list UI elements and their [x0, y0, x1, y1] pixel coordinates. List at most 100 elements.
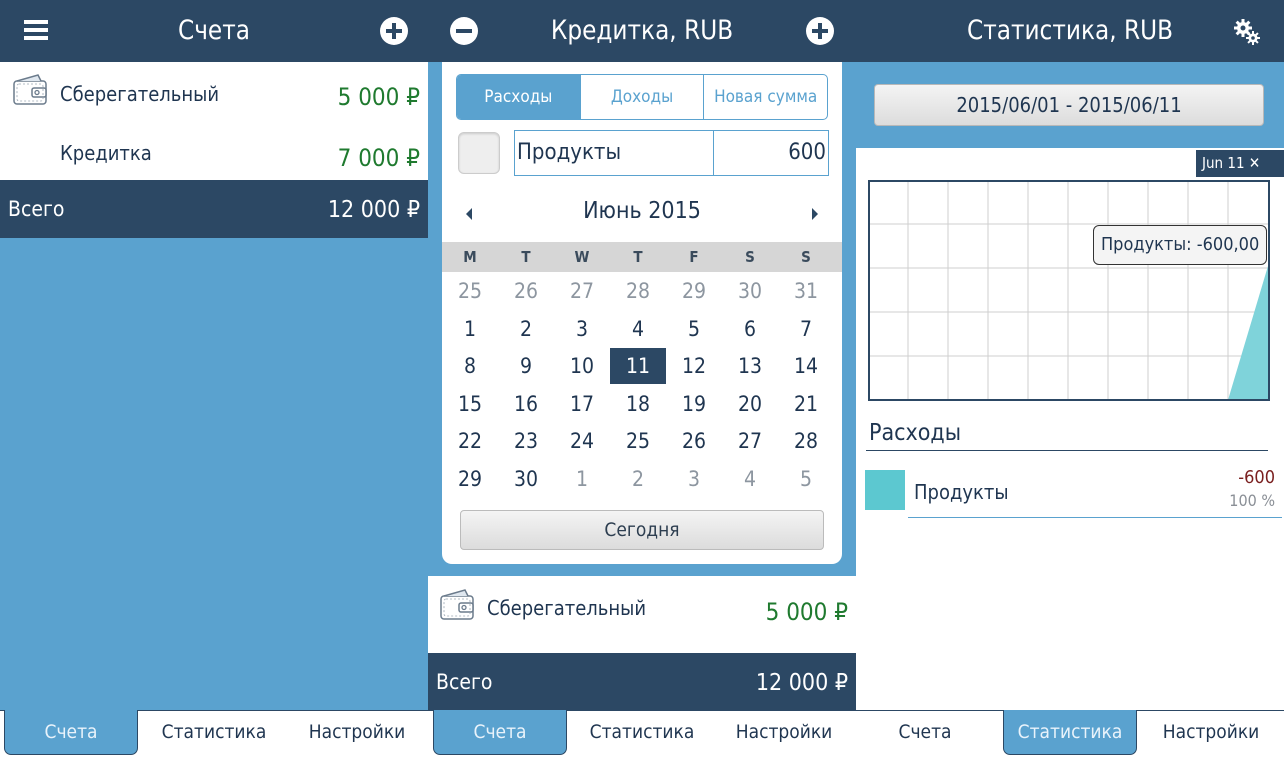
calendar-day[interactable]: 17: [554, 386, 610, 422]
calendar-day[interactable]: 5: [666, 311, 722, 347]
empty-area: [0, 238, 428, 711]
total-row: Всего 12 000 ₽: [0, 180, 428, 238]
calendar-day[interactable]: 28: [610, 273, 666, 309]
calendar-day[interactable]: 22: [442, 423, 498, 459]
calendar-day[interactable]: 2: [498, 311, 554, 347]
date-range-button[interactable]: 2015/06/01 - 2015/06/11: [874, 84, 1264, 126]
calendar-day[interactable]: 1: [554, 461, 610, 497]
category-input[interactable]: Продукты: [514, 130, 714, 176]
calendar-day[interactable]: 21: [778, 386, 834, 422]
tab-accounts[interactable]: Счета: [858, 710, 992, 755]
calendar-day[interactable]: 27: [722, 423, 778, 459]
calendar-day[interactable]: 4: [610, 311, 666, 347]
account-name: Кредитка: [60, 141, 152, 165]
wallet-icon: [13, 74, 47, 105]
calendar-day[interactable]: 15: [442, 386, 498, 422]
tab-statistics[interactable]: Статистика: [575, 710, 709, 755]
calendar-day[interactable]: 11: [610, 348, 666, 384]
calendar-day[interactable]: 9: [498, 348, 554, 384]
weekday-label: T: [633, 248, 643, 266]
tab-statistics[interactable]: Статистика: [1003, 710, 1137, 755]
legend-percent: 100 %: [1229, 491, 1275, 510]
weekday-label: M: [463, 248, 477, 266]
account-row[interactable]: Кредитка 7 000 ₽: [0, 120, 428, 178]
weekday-header: M T W T F S S: [442, 242, 842, 272]
legend-divider: [908, 517, 1282, 518]
segment-expenses[interactable]: Расходы: [457, 75, 581, 119]
next-month-icon[interactable]: [812, 208, 818, 220]
tab-statistics[interactable]: Статистика: [147, 710, 281, 755]
calendar-day[interactable]: 29: [442, 461, 498, 497]
total-amount: 12 000 ₽: [755, 670, 848, 696]
calendar-day[interactable]: 24: [554, 423, 610, 459]
app-header: Статистика, RUB: [856, 0, 1284, 62]
category-color-checkbox[interactable]: [458, 132, 500, 174]
calendar-day[interactable]: 5: [778, 461, 834, 497]
account-row[interactable]: Сберегательный 5 000 ₽: [0, 62, 428, 120]
account-amount: 5 000 ₽: [337, 83, 420, 111]
calendar-day[interactable]: 27: [554, 273, 610, 309]
calendar-day[interactable]: 6: [722, 311, 778, 347]
weekday-label: S: [745, 248, 755, 266]
calendar-day[interactable]: 25: [442, 273, 498, 309]
calendar-day[interactable]: 3: [554, 311, 610, 347]
gears-icon[interactable]: [1233, 18, 1261, 46]
calendar-day[interactable]: 30: [722, 273, 778, 309]
weekday-label: W: [574, 248, 590, 266]
accounts-screen: Счета Сберегательный 5 000 ₽ Кредитка 7 …: [0, 0, 428, 761]
account-amount: 7 000 ₽: [337, 144, 420, 172]
calendar-day[interactable]: 23: [498, 423, 554, 459]
wallet-icon: [440, 589, 474, 620]
tab-settings[interactable]: Настройки: [717, 710, 851, 755]
chart-area: Jun 11 ✕ Продукты: -600,00: [856, 148, 1284, 568]
calendar-day[interactable]: 10: [554, 348, 610, 384]
total-label: Всего: [8, 197, 65, 221]
page-title: Кредитка, RUB: [550, 15, 734, 46]
today-button[interactable]: Сегодня: [460, 510, 824, 550]
calendar-day[interactable]: 7: [778, 311, 834, 347]
calendar-day[interactable]: 8: [442, 348, 498, 384]
section-divider: [866, 450, 1268, 451]
account-name: Сберегательный: [487, 596, 647, 620]
tab-accounts[interactable]: Счета: [4, 710, 138, 755]
area-chart: [868, 180, 1270, 401]
legend-category[interactable]: Продукты: [914, 480, 1009, 504]
calendar-day[interactable]: 13: [722, 348, 778, 384]
calendar-day[interactable]: 26: [666, 423, 722, 459]
series-area-produkty: [1228, 266, 1268, 400]
section-title: Расходы: [869, 420, 962, 446]
calendar-day[interactable]: 4: [722, 461, 778, 497]
weekday-label: F: [689, 248, 699, 266]
amount-input[interactable]: 600: [713, 130, 829, 176]
calendar-day[interactable]: 29: [666, 273, 722, 309]
tab-settings[interactable]: Настройки: [1144, 710, 1278, 755]
account-row[interactable]: Сберегательный 5 000 ₽: [428, 576, 856, 653]
type-segmented-control: Расходы Доходы Новая сумма: [456, 74, 828, 120]
calendar-day[interactable]: 16: [498, 386, 554, 422]
calendar-day[interactable]: 1: [442, 311, 498, 347]
calendar-day[interactable]: 3: [666, 461, 722, 497]
segment-new-amount[interactable]: Новая сумма: [704, 75, 827, 119]
statistics-screen: Статистика, RUB 2015/06/01 - 2015/06/11 …: [856, 0, 1284, 761]
account-name: Сберегательный: [60, 82, 220, 106]
plus-circle-icon[interactable]: [380, 17, 408, 45]
calendar-day[interactable]: 31: [778, 273, 834, 309]
calendar-day[interactable]: 28: [778, 423, 834, 459]
calendar-month: Июнь 2015: [583, 198, 701, 224]
tab-bar: Счета Статистика Настройки: [0, 710, 428, 761]
calendar-day[interactable]: 20: [722, 386, 778, 422]
calendar-day[interactable]: 30: [498, 461, 554, 497]
calendar-day[interactable]: 18: [610, 386, 666, 422]
calendar-day[interactable]: 19: [666, 386, 722, 422]
calendar-day[interactable]: 26: [498, 273, 554, 309]
calendar-day[interactable]: 25: [610, 423, 666, 459]
plus-circle-icon[interactable]: [806, 17, 834, 45]
tab-accounts[interactable]: Счета: [433, 710, 567, 755]
calendar-day[interactable]: 2: [610, 461, 666, 497]
tab-settings[interactable]: Настройки: [290, 710, 424, 755]
calendar-day[interactable]: 12: [666, 348, 722, 384]
calendar-day[interactable]: 14: [778, 348, 834, 384]
weekday-label: S: [801, 248, 811, 266]
chart-date-tag[interactable]: Jun 11 ✕: [1196, 150, 1284, 177]
segment-income[interactable]: Доходы: [581, 75, 705, 119]
